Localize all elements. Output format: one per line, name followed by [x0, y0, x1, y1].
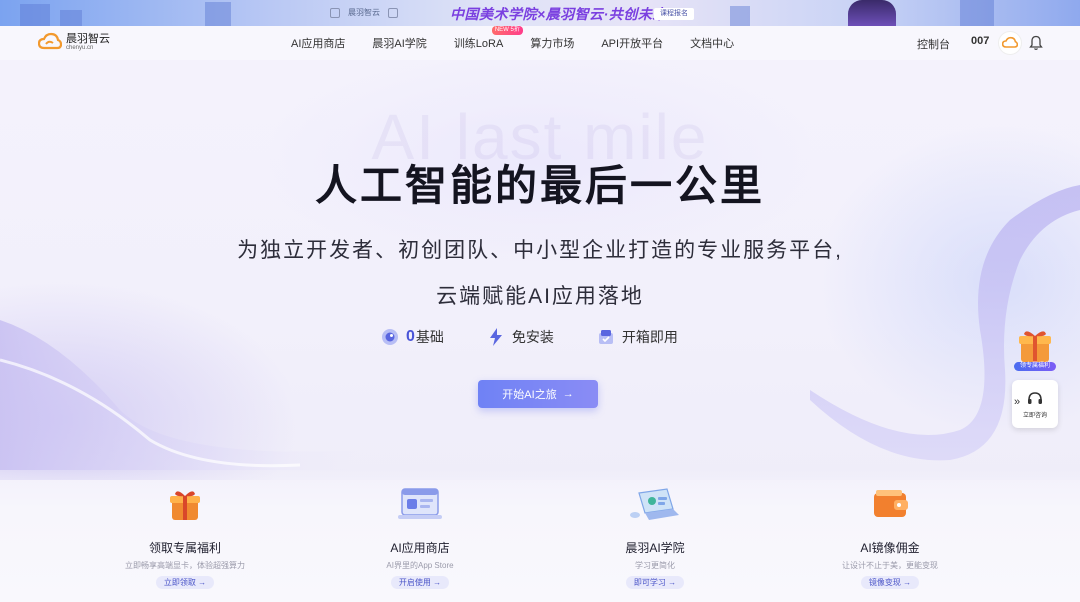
card-icon-wrap [800, 484, 980, 524]
hero-title: 人工智能的最后一公里 [314, 162, 765, 209]
card-title: 领取专属福利 [148, 541, 221, 555]
banner-logos: 晨羽智云 [330, 7, 398, 18]
brand-logo[interactable]: 晨羽智云 chenyu.cn [38, 32, 110, 52]
banner-building-decor [730, 6, 750, 26]
nav-item-compute-market[interactable]: 算力市场 [530, 35, 574, 51]
feature-value: 0 [406, 328, 415, 345]
card-exclusive-benefits[interactable]: 领取专属福利 立即畅享高端显卡，体验超强算力 立即领取 → [95, 484, 275, 590]
top-navbar: 晨羽智云 chenyu.cn AI应用商店 晨羽AI学院 训练LoRA NEW … [0, 26, 1080, 60]
brain-icon [382, 329, 398, 345]
nav-item-docs[interactable]: 文档中心 [690, 35, 734, 51]
wallet-icon [874, 490, 908, 517]
app-window-icon [398, 488, 442, 519]
feature-no-install: 免安装 [486, 327, 554, 347]
feature-list: 0 基础 免安装 开箱即用 [380, 327, 720, 347]
lightning-icon [489, 328, 502, 346]
banner-figure-decor [848, 0, 896, 26]
banner-slogan: 中国美术学院×晨羽智云·共创未来 [450, 6, 667, 22]
card-ai-academy[interactable]: 晨羽AI学院 学习更简化 即可学习 → [565, 484, 745, 590]
feature-label: 免安装 [511, 329, 554, 345]
arrow-right-icon: → [668, 578, 677, 587]
nav-item-label: 训练LoRA [453, 38, 504, 50]
feature-label: 基础 [415, 329, 444, 345]
gift-box-icon [170, 491, 200, 520]
consult-label: 立即咨询 [1022, 412, 1047, 419]
nav-item-ai-app-store[interactable]: AI应用商店 [291, 35, 345, 51]
nav-item-train-lora[interactable]: 训练LoRA NEW 5折 [453, 26, 523, 51]
card-action-button[interactable]: 开启使用 → [390, 576, 450, 589]
arrow-right-icon: → [903, 578, 912, 587]
username[interactable]: 007 [971, 35, 989, 47]
cloud-logo-icon [38, 32, 62, 50]
banner-logo-icon [330, 7, 340, 18]
brand-domain: chenyu.cn [66, 44, 94, 51]
arrow-right-icon: → [562, 388, 574, 400]
hero-subtitle-line2: 云端赋能AI应用落地 [436, 285, 644, 308]
card-icon-wrap [565, 484, 745, 524]
card-title: 晨羽AI学院 [625, 541, 685, 555]
card-action-button[interactable]: 立即领取 → [155, 576, 215, 589]
floating-consult-widget[interactable]: » 立即咨询 [1012, 380, 1058, 428]
feature-out-of-box: 开箱即用 [596, 327, 678, 347]
card-icon-wrap [330, 484, 510, 524]
card-action-button[interactable]: 镜像变现 → [860, 576, 920, 589]
gift-widget-label: 领专属福利 [1014, 362, 1056, 371]
promo-banner[interactable]: 晨羽智云 中国美术学院×晨羽智云·共创未来 课程报名 [0, 0, 1080, 26]
card-title: AI镜像佣金 [860, 541, 920, 555]
card-icon-wrap [95, 484, 275, 524]
brand-name: 晨羽智云 [66, 32, 110, 45]
card-desc: 学习更简化 [635, 561, 675, 570]
nav-item-api-platform[interactable]: API开放平台 [601, 35, 663, 51]
banner-cta-button[interactable]: 课程报名 [654, 8, 694, 20]
banner-building-decor [205, 2, 231, 26]
card-desc: AI界里的App Store [386, 561, 454, 570]
card-ai-image-commission[interactable]: AI镜像佣金 让设计不止于美，更能变现 镜像变现 → [800, 484, 980, 590]
hero-subtitle-line1: 为独立开发者、初创团队、中小型企业打造的专业服务平台, [237, 239, 843, 262]
arrow-right-icon: → [198, 578, 207, 587]
feature-zero-basis: 0 基础 [380, 327, 444, 347]
card-action-label: 即可学习 [633, 578, 666, 587]
laptop-icon [630, 488, 679, 520]
card-desc: 让设计不止于美，更能变现 [842, 561, 938, 570]
banner-logo-text: 晨羽智云 [348, 8, 380, 17]
console-link[interactable]: 控制台 [917, 36, 950, 52]
card-desc: 立即畅享高端显卡，体验超强算力 [125, 561, 245, 570]
start-button-label: 开始AI之旅 [502, 389, 557, 401]
banner-partner-logo-icon [388, 7, 398, 18]
banner-building-decor [960, 0, 994, 26]
card-action-button[interactable]: 即可学习 → [625, 576, 685, 589]
main-nav: AI应用商店 晨羽AI学院 训练LoRA NEW 5折 算力市场 API开放平台… [291, 26, 761, 60]
feature-label: 开箱即用 [621, 329, 678, 345]
card-title: AI应用商店 [390, 541, 450, 555]
card-action-label: 镜像变现 [868, 578, 901, 587]
banner-building-decor [60, 10, 82, 26]
arrow-right-icon: → [433, 578, 442, 587]
avatar[interactable] [998, 31, 1022, 55]
cloud-avatar-icon [1002, 36, 1018, 48]
card-action-label: 立即领取 [163, 578, 196, 587]
card-action-label: 开启使用 [398, 578, 431, 587]
floating-gift-widget[interactable]: 领专属福利 [1012, 326, 1058, 374]
card-ai-app-store[interactable]: AI应用商店 AI界里的App Store 开启使用 → [330, 484, 510, 590]
gift-box-icon [1019, 331, 1051, 362]
bell-icon[interactable] [1029, 35, 1043, 51]
headset-icon [1028, 391, 1042, 404]
nav-item-ai-academy[interactable]: 晨羽AI学院 [372, 35, 426, 51]
box-icon [598, 330, 613, 344]
ribbon-decor-left [0, 320, 360, 470]
new-discount-badge: NEW 5折 [491, 26, 523, 35]
start-ai-journey-button[interactable]: 开始AI之旅 → [478, 380, 598, 408]
banner-building-decor [20, 4, 50, 26]
double-chevron-icon[interactable]: » [1014, 396, 1020, 408]
